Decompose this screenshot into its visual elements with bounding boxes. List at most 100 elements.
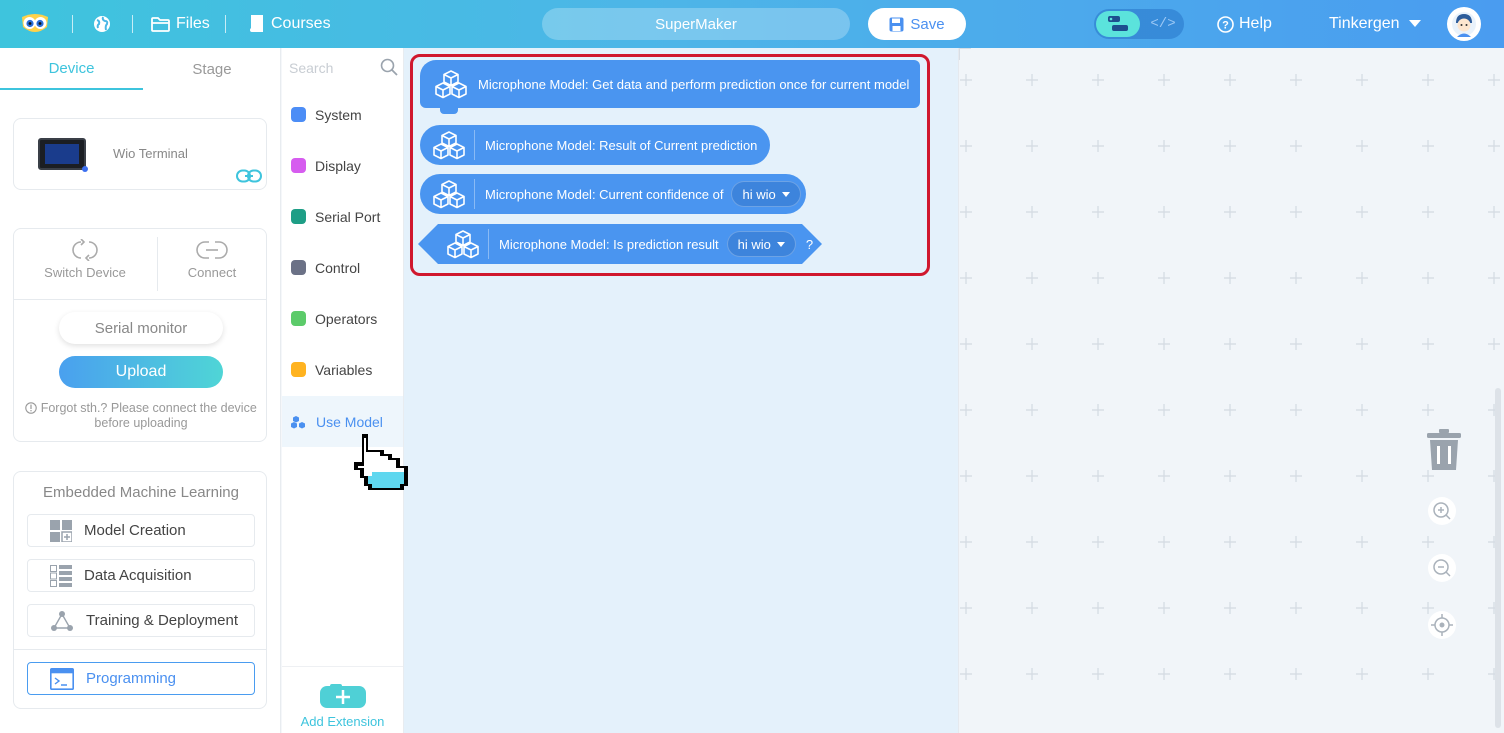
grid-plus-marker (1422, 140, 1434, 152)
grid-plus-marker (960, 470, 972, 482)
grid-plus-marker (1488, 206, 1500, 218)
grid-plus-marker (1158, 272, 1170, 284)
category-color-swatch (291, 260, 306, 275)
chevron-down-icon (781, 191, 790, 197)
zoom-in-icon[interactable] (1427, 496, 1457, 531)
label-dropdown[interactable]: hi wio (727, 231, 796, 257)
block-result-current-prediction[interactable]: Microphone Model: Result of Current pred… (420, 125, 770, 165)
grid-plus-marker (1026, 140, 1038, 152)
grid-plus-marker (1158, 140, 1170, 152)
grid-plus-marker (1158, 536, 1170, 548)
grid-plus-marker (1224, 470, 1236, 482)
files-label: Files (176, 15, 210, 32)
avatar[interactable] (1447, 7, 1481, 41)
grid-plus-marker (1026, 338, 1038, 350)
grid-plus-marker (1026, 470, 1038, 482)
dropdown-value: hi wio (742, 186, 776, 202)
grid-plus-marker (1290, 404, 1302, 416)
blocks-mode-icon[interactable] (1096, 11, 1140, 37)
serial-monitor-button[interactable]: Serial monitor (59, 312, 223, 344)
grid-plus-marker (1224, 536, 1236, 548)
grid-plus-marker (1422, 338, 1434, 350)
tab-stage[interactable]: Stage (143, 48, 281, 90)
add-extension-button[interactable]: Add Extension (282, 666, 403, 733)
category-color-swatch (291, 209, 306, 224)
zoom-out-icon[interactable] (1427, 553, 1457, 588)
link-icon[interactable] (236, 169, 262, 188)
language-globe-icon[interactable] (93, 0, 111, 48)
programming-button[interactable]: Programming (27, 662, 255, 695)
user-menu[interactable]: Tinkergen (1329, 0, 1421, 48)
save-label: Save (910, 15, 945, 33)
category-control[interactable]: Control (282, 242, 403, 293)
grid-plus-marker (1092, 206, 1104, 218)
device-card[interactable]: Wio Terminal (13, 118, 267, 190)
model-creation-button[interactable]: Model Creation (27, 514, 255, 547)
tab-device[interactable]: Device (0, 48, 143, 90)
training-deployment-button[interactable]: Training & Deployment (27, 604, 255, 637)
save-button[interactable]: Save (868, 8, 966, 40)
grid-plus-marker (1026, 602, 1038, 614)
block-text: Microphone Model: Current confidence of (485, 186, 724, 202)
label-dropdown[interactable]: hi wio (731, 181, 801, 207)
training-icon (51, 610, 73, 631)
grid-plus-marker (1290, 668, 1302, 680)
ml-card: Embedded Machine Learning Model Creation… (13, 471, 267, 709)
category-column: Search System Display Serial Port Contro… (282, 48, 404, 733)
category-variables[interactable]: Variables (282, 344, 403, 395)
upload-button[interactable]: Upload (59, 356, 223, 388)
ml-title: Embedded Machine Learning (43, 484, 239, 501)
search-icon[interactable] (380, 58, 398, 81)
help-button[interactable]: ? Help (1217, 0, 1272, 48)
project-name-field[interactable]: SuperMaker (542, 8, 850, 40)
add-extension-icon (319, 684, 366, 708)
help-icon: ? (1217, 15, 1234, 33)
grid-plus-marker (1026, 536, 1038, 548)
files-menu[interactable]: Files (151, 0, 210, 48)
grid-plus-marker (1488, 338, 1500, 350)
search-input[interactable]: Search (289, 60, 333, 76)
category-operators[interactable]: Operators (282, 293, 403, 344)
grid-plus-marker (1488, 272, 1500, 284)
info-icon (25, 402, 37, 414)
grid-plus-marker (1224, 206, 1236, 218)
block-current-confidence[interactable]: Microphone Model: Current confidence of … (420, 174, 806, 214)
grid-plus-marker (1488, 74, 1500, 86)
code-workspace[interactable] (958, 48, 1504, 733)
recenter-icon[interactable] (1427, 610, 1457, 645)
grid-plus-marker (1224, 602, 1236, 614)
grid-plus-marker (1290, 140, 1302, 152)
connect-button[interactable]: Connect (149, 239, 275, 291)
divider (132, 15, 133, 33)
block-is-prediction-result[interactable]: Microphone Model: Is prediction result h… (418, 224, 822, 264)
workspace-grid (960, 74, 1500, 680)
grid-plus-marker (1422, 668, 1434, 680)
category-label: Variables (315, 361, 373, 378)
book-icon (249, 15, 263, 32)
grid-plus-marker (1224, 404, 1236, 416)
category-display[interactable]: Display (282, 140, 403, 191)
logo-icon[interactable] (20, 0, 50, 48)
grid-plus-marker (1422, 404, 1434, 416)
grid-plus-marker (1488, 140, 1500, 152)
device-name: Wio Terminal (113, 146, 188, 161)
vertical-scrollbar[interactable] (1495, 388, 1501, 728)
category-system[interactable]: System (282, 89, 403, 140)
grid-plus-marker (1092, 470, 1104, 482)
top-bar: Files Courses SuperMaker Save </> ? Help… (0, 0, 1504, 48)
switch-device-button[interactable]: Switch Device (22, 239, 148, 291)
upload-hint-text: Forgot sth.? Please connect the device b… (40, 401, 257, 430)
grid-plus-marker (960, 404, 972, 416)
courses-menu[interactable]: Courses (249, 0, 331, 48)
data-acquisition-button[interactable]: Data Acquisition (27, 559, 255, 592)
code-mode-icon[interactable]: </> (1144, 11, 1182, 37)
category-label: System (315, 106, 362, 123)
mode-switch[interactable]: </> (1094, 9, 1184, 39)
block-text: Microphone Model: Result of Current pred… (485, 137, 758, 153)
category-label: Display (315, 157, 361, 174)
ml-item-label: Data Acquisition (84, 567, 192, 584)
category-serial-port[interactable]: Serial Port (282, 191, 403, 242)
block-get-data-predict[interactable]: Microphone Model: Get data and perform p… (420, 60, 920, 114)
grid-plus-marker (1290, 338, 1302, 350)
trash-icon[interactable] (1425, 428, 1463, 477)
